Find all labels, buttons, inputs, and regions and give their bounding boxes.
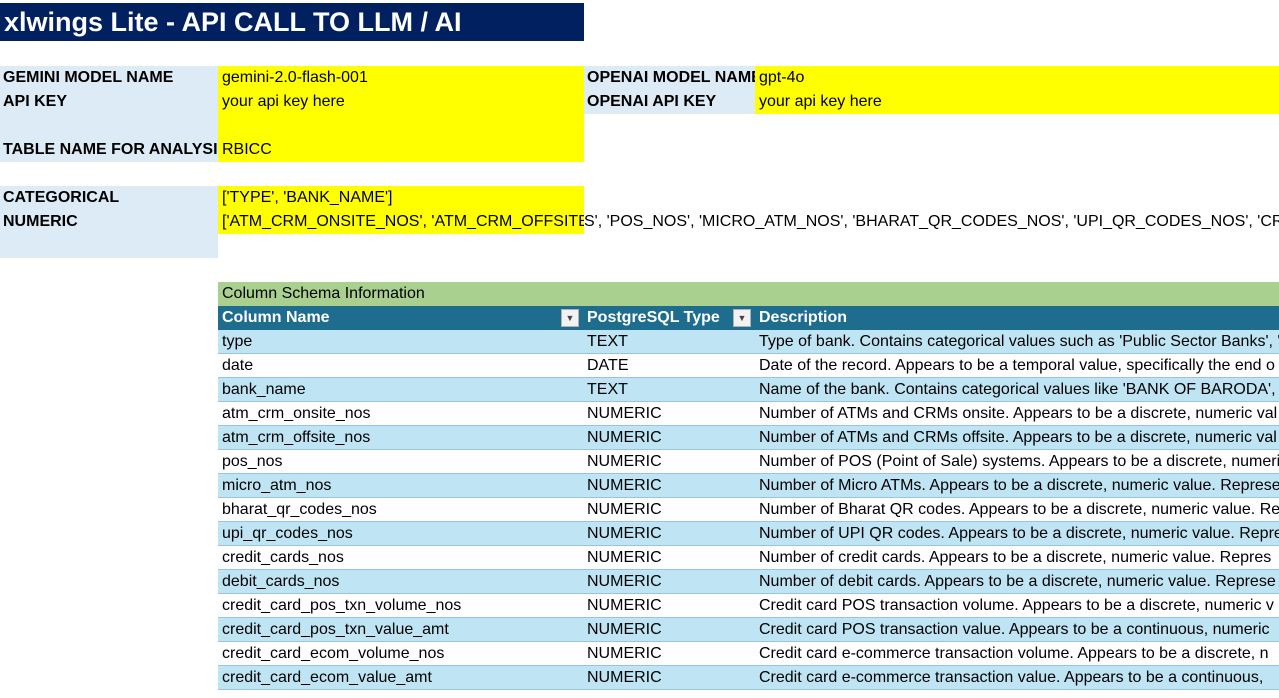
cell-column-name[interactable]: micro_atm_nos [218,474,583,497]
cell-description[interactable]: Number of credit cards. Appears to be a … [755,546,1279,569]
table-row[interactable]: bharat_qr_codes_nos NUMERIC Number of Bhar… [218,498,1279,522]
table-row[interactable]: credit_card_pos_txn_volume_nos NUMERIC Cre… [218,594,1279,618]
table-row[interactable]: credit_card_pos_txn_value_amt NUMERIC Cred… [218,618,1279,642]
table-row[interactable]: micro_atm_nos NUMERIC Number of Micro ATMs… [218,474,1279,498]
numeric-label: NUMERIC [0,210,218,234]
cell-column-name[interactable]: credit_card_pos_txn_value_amt [218,618,583,641]
cell-description[interactable]: Credit card e-commerce transaction volum… [755,642,1279,665]
table-row[interactable]: credit_cards_nos NUMERIC Number of credit … [218,546,1279,570]
sheet-title: xlwings Lite - API CALL TO LLM / AI [0,3,584,41]
api-key-input[interactable]: your api key here [218,90,584,114]
cell-column-name[interactable]: pos_nos [218,450,583,473]
cell-column-name[interactable]: bharat_qr_codes_nos [218,498,583,521]
label-spacer-2 [0,234,218,258]
input-spacer [218,114,584,138]
table-row[interactable]: atm_crm_offsite_nos NUMERIC Number of ATMs… [218,426,1279,450]
label-spacer [0,114,218,138]
table-name-input[interactable]: RBICC [218,138,584,162]
table-row[interactable]: debit_cards_nos NUMERIC Number of debit ca… [218,570,1279,594]
header-label: PostgreSQL Type [587,309,720,326]
cell-postgres-type[interactable]: NUMERIC [583,570,755,593]
cell-description[interactable]: Number of debit cards. Appears to be a d… [755,570,1279,593]
table-row[interactable]: date DATE Date of the record. Appears to b… [218,354,1279,378]
numeric-input[interactable]: ['ATM_CRM_ONSITE_NOS', 'ATM_CRM_OFFSITE_… [218,210,584,234]
cell-column-name[interactable]: atm_crm_onsite_nos [218,402,583,425]
cell-postgres-type[interactable]: NUMERIC [583,618,755,641]
table-name-label: TABLE NAME FOR ANALYSIS [0,138,218,162]
table-row[interactable]: upi_qr_codes_nos NUMERIC Number of UPI QR … [218,522,1279,546]
table-row[interactable]: credit_card_ecom_value_amt NUMERIC Credit … [218,666,1279,690]
gemini-model-input[interactable]: gemini-2.0-flash-001 [218,66,584,90]
table-header-row: Column Name ▼ PostgreSQL Type ▼ Descript… [218,306,1279,330]
cell-postgres-type[interactable]: NUMERIC [583,546,755,569]
table-row[interactable]: bank_name TEXT Name of the bank. Contains … [218,378,1279,402]
cell-description[interactable]: Name of the bank. Contains categorical v… [755,378,1279,401]
cell-column-name[interactable]: credit_cards_nos [218,546,583,569]
cell-postgres-type[interactable]: TEXT [583,378,755,401]
cell-description[interactable]: Credit card POS transaction value. Appea… [755,618,1279,641]
column-header-type[interactable]: PostgreSQL Type ▼ [583,306,755,330]
filter-dropdown-icon[interactable]: ▼ [561,309,579,327]
categorical-label: CATEGORICAL [0,186,218,210]
cell-postgres-type[interactable]: NUMERIC [583,594,755,617]
api-key-label: API KEY [0,90,218,114]
numeric-input-overflow: S', 'POS_NOS', 'MICRO_ATM_NOS', 'BHARAT_… [584,213,1279,230]
cell-description[interactable]: Number of ATMs and CRMs offsite. Appears… [755,426,1279,449]
cell-description[interactable]: Credit card POS transaction volume. Appe… [755,594,1279,617]
cell-column-name[interactable]: debit_cards_nos [218,570,583,593]
cell-column-name[interactable]: atm_crm_offsite_nos [218,426,583,449]
cell-column-name[interactable]: credit_card_ecom_value_amt [218,666,583,689]
cell-column-name[interactable]: upi_qr_codes_nos [218,522,583,545]
schema-table-title: Column Schema Information [218,282,1279,306]
cell-postgres-type[interactable]: NUMERIC [583,642,755,665]
cell-postgres-type[interactable]: DATE [583,354,755,377]
cell-description[interactable]: Number of Bharat QR codes. Appears to be… [755,498,1279,521]
table-row[interactable]: credit_card_ecom_volume_nos NUMERIC Credit… [218,642,1279,666]
cell-description[interactable]: Type of bank. Contains categorical value… [755,330,1279,353]
openai-api-key-label: OPENAI API KEY [584,90,755,114]
cell-postgres-type[interactable]: NUMERIC [583,666,755,689]
gemini-model-label: GEMINI MODEL NAME [0,66,218,90]
cell-column-name[interactable]: credit_card_pos_txn_volume_nos [218,594,583,617]
cell-postgres-type[interactable]: NUMERIC [583,522,755,545]
filter-dropdown-icon[interactable]: ▼ [733,309,751,327]
cell-description[interactable]: Number of ATMs and CRMs onsite. Appears … [755,402,1279,425]
cell-column-name[interactable]: bank_name [218,378,583,401]
cell-postgres-type[interactable]: NUMERIC [583,402,755,425]
cell-description[interactable]: Credit card e-commerce transaction value… [755,666,1279,689]
cell-description[interactable]: Number of Micro ATMs. Appears to be a di… [755,474,1279,497]
cell-description[interactable]: Number of POS (Point of Sale) systems. A… [755,450,1279,473]
openai-model-input[interactable]: gpt-4o [755,66,1279,90]
header-label: Column Name [222,309,330,326]
cell-postgres-type[interactable]: NUMERIC [583,474,755,497]
openai-model-label: OPENAI MODEL NAME [584,66,755,90]
table-row[interactable]: type TEXT Type of bank. Contains categoric… [218,330,1279,354]
cell-description[interactable]: Number of UPI QR codes. Appears to be a … [755,522,1279,545]
table-row[interactable]: pos_nos NUMERIC Number of POS (Point of Sa… [218,450,1279,474]
cell-column-name[interactable]: credit_card_ecom_volume_nos [218,642,583,665]
cell-column-name[interactable]: date [218,354,583,377]
table-body: type TEXT Type of bank. Contains categoric… [218,330,1279,690]
column-header-name[interactable]: Column Name ▼ [218,306,583,330]
categorical-input[interactable]: ['TYPE', 'BANK_NAME'] [218,186,584,210]
cell-postgres-type[interactable]: NUMERIC [583,498,755,521]
cell-postgres-type[interactable]: NUMERIC [583,450,755,473]
cell-postgres-type[interactable]: TEXT [583,330,755,353]
cell-description[interactable]: Date of the record. Appears to be a temp… [755,354,1279,377]
schema-table: Column Schema Information Column Name ▼ … [218,282,1279,690]
cell-postgres-type[interactable]: NUMERIC [583,426,755,449]
header-label: Description [759,309,848,326]
column-header-description[interactable]: Description [755,306,1279,330]
cell-column-name[interactable]: type [218,330,583,353]
table-row[interactable]: atm_crm_onsite_nos NUMERIC Number of ATMs … [218,402,1279,426]
openai-api-key-input[interactable]: your api key here [755,90,1279,114]
